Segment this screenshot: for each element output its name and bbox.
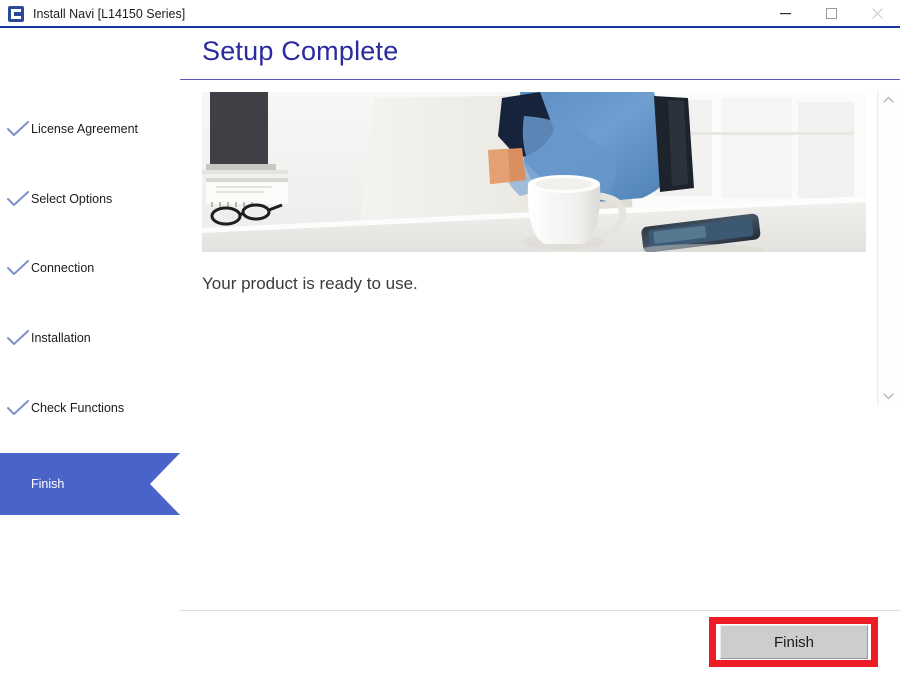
scrollbar-down-button[interactable]	[878, 386, 898, 406]
close-button[interactable]	[854, 0, 900, 27]
minimize-button[interactable]	[762, 0, 808, 27]
maximize-button[interactable]	[808, 0, 854, 27]
maximize-icon	[826, 8, 837, 19]
chevron-up-icon	[883, 96, 894, 104]
sidebar-item-label: Connection	[31, 261, 94, 275]
setup-step-sidebar: License Agreement Select Options Connect…	[0, 28, 180, 673]
window-titlebar: Install Navi [L14150 Series]	[0, 0, 900, 27]
main-content: Setup Complete	[180, 28, 900, 673]
sidebar-item-finish[interactable]: Finish	[0, 453, 180, 515]
content-scrollbar[interactable]	[877, 90, 898, 406]
minimize-icon	[780, 8, 791, 19]
close-icon	[872, 8, 883, 19]
window-title: Install Navi [L14150 Series]	[33, 7, 185, 21]
check-icon	[5, 191, 31, 207]
chevron-down-icon	[883, 392, 894, 400]
sidebar-item-label: Select Options	[31, 192, 112, 206]
sidebar-item-installation[interactable]: Installation	[0, 325, 180, 351]
ribbon-notch	[150, 453, 180, 515]
title-divider	[180, 79, 900, 80]
sidebar-item-check-functions[interactable]: Check Functions	[0, 395, 180, 421]
check-icon	[5, 400, 31, 416]
finish-button[interactable]: Finish	[720, 625, 868, 659]
window-controls	[762, 0, 900, 27]
check-icon	[5, 330, 31, 346]
scrollbar-up-button[interactable]	[878, 90, 898, 110]
sidebar-item-label: Check Functions	[31, 401, 124, 415]
sidebar-item-label: License Agreement	[31, 122, 138, 136]
sidebar-item-select-options[interactable]: Select Options	[0, 186, 180, 212]
office-desk-illustration	[202, 92, 866, 252]
check-icon	[5, 121, 31, 137]
check-icon	[5, 260, 31, 276]
status-message: Your product is ready to use.	[202, 274, 418, 294]
sidebar-item-label: Installation	[31, 331, 91, 345]
sidebar-item-license-agreement[interactable]: License Agreement	[0, 116, 180, 142]
footer-divider	[180, 610, 900, 611]
app-icon	[8, 6, 24, 22]
sidebar-item-label: Finish	[31, 477, 64, 491]
page-title: Setup Complete	[202, 36, 398, 67]
sidebar-item-connection[interactable]: Connection	[0, 255, 180, 281]
hero-image	[202, 92, 866, 252]
